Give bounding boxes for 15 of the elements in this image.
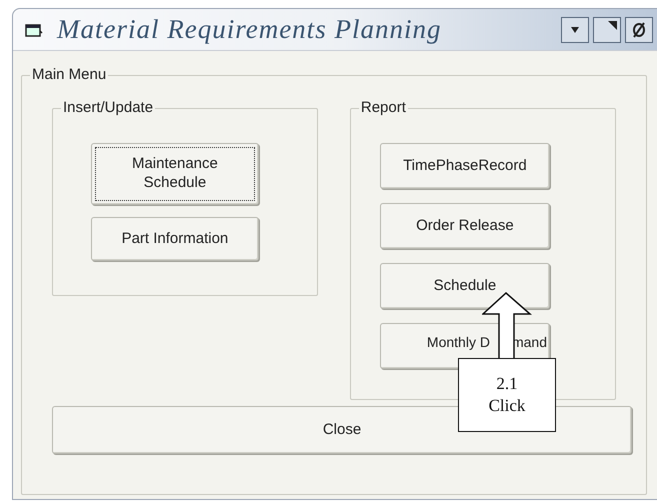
- close-window-button[interactable]: [625, 16, 653, 42]
- minimize-button[interactable]: [561, 16, 589, 42]
- report-button[interactable]: Order Release: [380, 203, 550, 249]
- window-icon: [25, 22, 43, 38]
- menu-button[interactable]: Part Information: [90, 217, 259, 261]
- callout-step: 2.1: [496, 373, 518, 395]
- menu-button[interactable]: Maintenance Schedule: [90, 143, 259, 205]
- report-button[interactable]: TimePhaseRecord: [380, 143, 550, 189]
- window-title: Material Requirements Planning: [57, 13, 442, 46]
- report-button[interactable]: Schedule: [380, 263, 550, 309]
- close-icon: [632, 22, 646, 38]
- corner-icon: [608, 20, 617, 30]
- caret-icon: [571, 26, 579, 32]
- maximize-button[interactable]: [593, 16, 621, 42]
- group-label: Insert/Update: [61, 98, 156, 118]
